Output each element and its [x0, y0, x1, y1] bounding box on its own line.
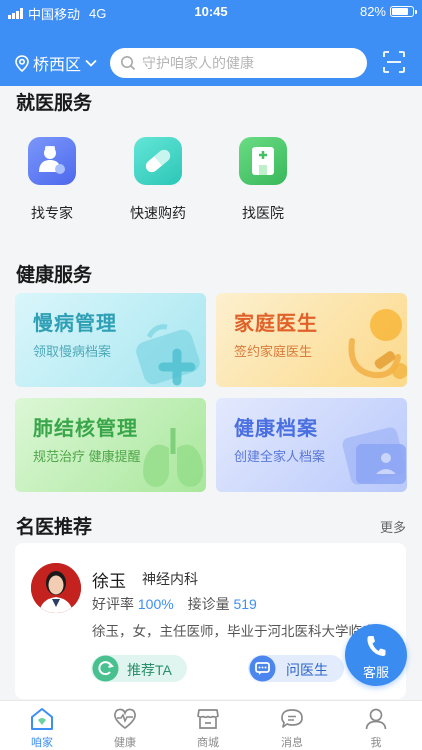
card-title: 肺结核管理: [33, 418, 138, 440]
user-icon: [365, 708, 387, 730]
medical-kit-icon: [136, 324, 200, 386]
tab-messages[interactable]: 消息: [262, 705, 322, 750]
tab-shop[interactable]: 商城: [178, 705, 238, 750]
thumb-refresh-icon: [92, 655, 119, 682]
battery-percent: 82%: [359, 4, 386, 19]
service-find-hospital[interactable]: 找医院: [233, 137, 293, 223]
phone-icon: [367, 636, 386, 656]
card-title: 慢病管理: [33, 313, 117, 335]
card-title: 家庭医生: [234, 313, 318, 335]
tab-label: 商城: [197, 737, 219, 749]
hospital-icon: [239, 137, 287, 185]
avatar: [31, 563, 81, 613]
doctor-name: 徐玉: [92, 572, 126, 591]
service-buy-medicine[interactable]: 快速购药: [128, 137, 188, 223]
tab-label: 我: [370, 737, 382, 749]
consult-count: 519: [233, 596, 257, 612]
card-subtitle: 创建全家人档案: [234, 449, 326, 464]
card-chronic-disease[interactable]: 慢病管理 领取慢病档案: [15, 293, 206, 387]
tab-health[interactable]: 健康: [95, 705, 155, 750]
section-title-doctors: 名医推荐: [16, 517, 93, 538]
search-icon: [121, 56, 136, 71]
tab-me[interactable]: 我: [346, 705, 406, 750]
location-selector[interactable]: 桥西区: [15, 51, 97, 75]
ask-doctor-label: 问医生: [286, 662, 328, 678]
recommend-button[interactable]: 推荐TA: [91, 655, 187, 682]
customer-service-button[interactable]: 客服: [345, 624, 407, 686]
consult-label: 接诊量: [187, 596, 230, 612]
service-find-expert[interactable]: 找专家: [22, 137, 82, 223]
tab-label: 消息: [281, 737, 303, 749]
tab-bar: 咱家 健康 商城 消息 我: [0, 700, 422, 750]
tab-home[interactable]: 咱家: [12, 705, 72, 750]
doctor-icon: [28, 137, 76, 185]
ask-doctor-button[interactable]: 问医生: [248, 655, 344, 682]
card-subtitle: 领取慢病档案: [33, 344, 112, 359]
card-subtitle: 签约家庭医生: [234, 344, 313, 359]
service-label: 找专家: [31, 205, 73, 221]
app-header: 中国移动 4G 10:45 82% 桥西区: [0, 0, 422, 86]
folder-icon: [342, 427, 406, 485]
service-label: 快速购药: [130, 205, 186, 221]
tab-label: 健康: [114, 737, 136, 749]
more-link[interactable]: 更多: [380, 517, 406, 536]
card-title: 健康档案: [234, 418, 318, 440]
location-pin-icon: [15, 54, 29, 72]
rating-label: 好评率: [92, 596, 134, 612]
scan-icon[interactable]: [383, 51, 405, 73]
status-bar: 中国移动 4G 10:45 82%: [0, 0, 422, 24]
card-tuberculosis[interactable]: 肺结核管理 规范治疗 健康提醒: [15, 398, 206, 492]
chevron-down-icon: [85, 59, 97, 67]
section-title-medical: 就医服务: [16, 93, 93, 114]
message-icon: [281, 709, 303, 728]
location-label: 桥西区: [33, 57, 82, 74]
card-subtitle: 规范治疗 健康提醒: [33, 449, 141, 464]
card-family-doctor[interactable]: 家庭医生 签约家庭医生: [216, 293, 407, 387]
chat-icon: [249, 655, 276, 682]
pill-icon: [134, 137, 182, 185]
search-bar[interactable]: [110, 48, 367, 78]
tab-label: 咱家: [31, 737, 53, 749]
section-title-health: 健康服务: [16, 265, 93, 286]
shop-icon: [197, 709, 219, 729]
service-label: 找医院: [242, 205, 284, 221]
search-input[interactable]: [142, 55, 342, 71]
battery-icon: [390, 6, 417, 17]
card-health-records[interactable]: 健康档案 创建全家人档案: [216, 398, 407, 492]
stethoscope-icon: [348, 309, 407, 379]
doctor-department: 神经内科: [142, 571, 198, 587]
heartbeat-icon: [114, 708, 136, 730]
recommend-label: 推荐TA: [127, 662, 172, 678]
doctor-bio: 徐玉，女，主任医师，毕业于河北医科大学临床: [92, 624, 376, 639]
clock: 10:45: [194, 4, 228, 19]
rating-value: 100%: [137, 596, 174, 612]
home-icon: [31, 708, 53, 730]
customer-service-label: 客服: [362, 665, 389, 680]
lungs-icon: [143, 428, 203, 487]
